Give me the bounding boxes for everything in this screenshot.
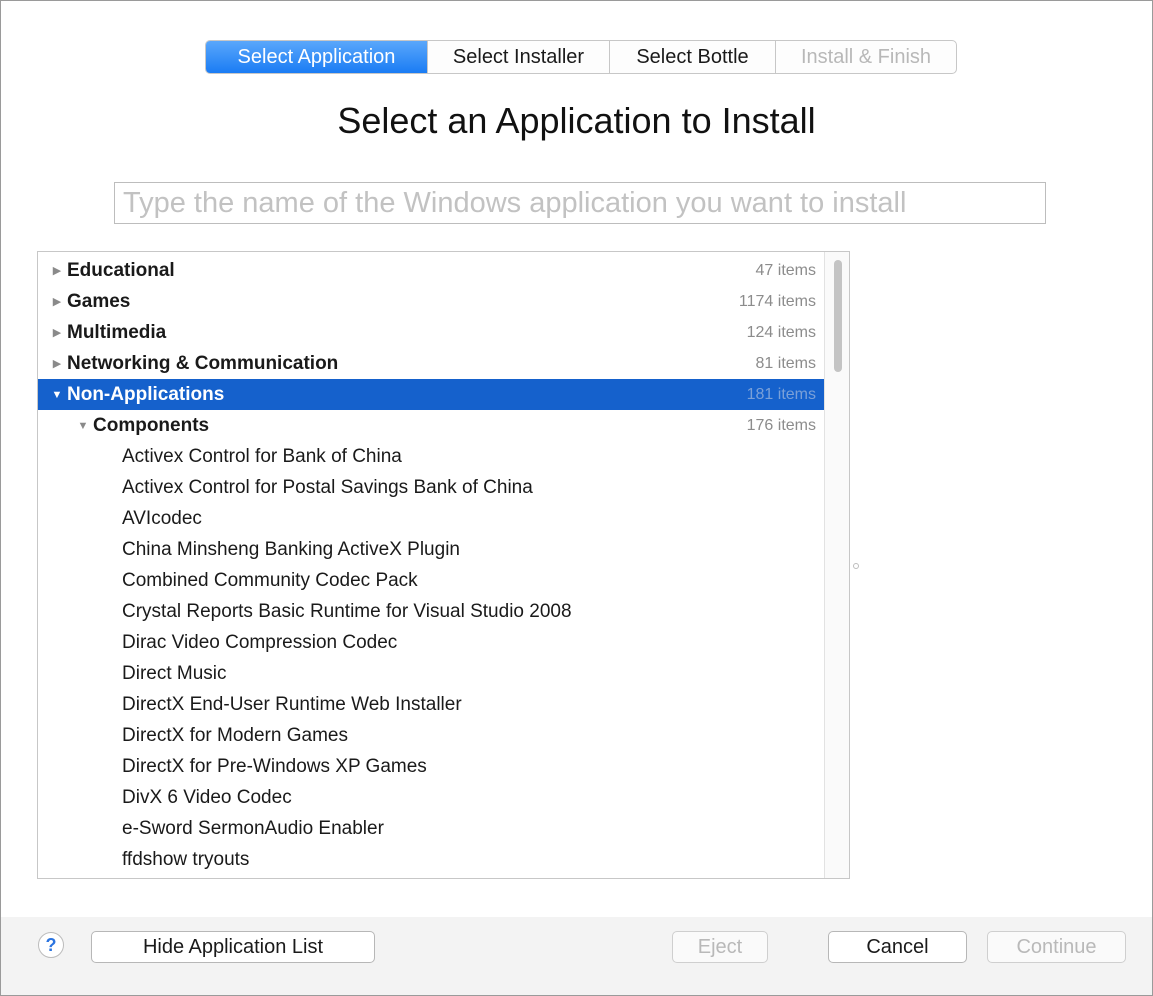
eject-button: Eject xyxy=(672,931,768,963)
step-select-installer[interactable]: Select Installer xyxy=(428,41,610,73)
list-item-label: Direct Music xyxy=(122,662,227,684)
item-count: 176 items xyxy=(746,416,816,434)
disclosure-right-icon[interactable]: ▶ xyxy=(50,264,64,277)
category-row-multimedia[interactable]: ▶ Multimedia 124 items xyxy=(38,317,824,348)
list-item[interactable]: Activex Control for Bank of China xyxy=(38,441,824,472)
list-item[interactable]: China Minsheng Banking ActiveX Plugin xyxy=(38,534,824,565)
list-item-label: ffdshow tryouts xyxy=(122,848,250,870)
list-item[interactable]: Combined Community Codec Pack xyxy=(38,565,824,596)
list-item[interactable]: DirectX for Modern Games xyxy=(38,720,824,751)
category-label: Games xyxy=(67,290,131,312)
page-title: Select an Application to Install xyxy=(337,100,816,141)
item-count: 81 items xyxy=(755,354,816,372)
list-item[interactable]: DirectX for Pre-Windows XP Games xyxy=(38,751,824,782)
item-count: 47 items xyxy=(755,261,816,279)
subcategory-label: Components xyxy=(93,414,210,436)
list-item[interactable]: DivX 6 Video Codec xyxy=(38,782,824,813)
disclosure-right-icon[interactable]: ▶ xyxy=(50,295,64,308)
list-item-label: DirectX End-User Runtime Web Installer xyxy=(122,693,462,715)
list-item-label: Crystal Reports Basic Runtime for Visual… xyxy=(122,600,572,622)
list-item-label: China Minsheng Banking ActiveX Plugin xyxy=(122,538,460,560)
item-count: 181 items xyxy=(746,385,816,403)
step-segmented-control: Select Application Select Installer Sele… xyxy=(205,40,957,74)
list-item[interactable]: AVIcodec xyxy=(38,503,824,534)
list-item[interactable]: Crystal Reports Basic Runtime for Visual… xyxy=(38,596,824,627)
hide-application-list-button[interactable]: Hide Application List xyxy=(91,931,375,963)
step-select-application[interactable]: Select Application xyxy=(206,41,428,73)
item-count: 1174 items xyxy=(738,292,816,310)
category-row-non-applications[interactable]: ▼ Non-Applications 181 items xyxy=(38,379,824,410)
list-item[interactable]: Direct Music xyxy=(38,658,824,689)
disclosure-down-icon[interactable]: ▼ xyxy=(76,420,90,432)
cancel-button[interactable]: Cancel xyxy=(828,931,967,963)
help-button[interactable]: ? xyxy=(38,932,64,958)
step-select-bottle[interactable]: Select Bottle xyxy=(610,41,776,73)
list-item-label: e-Sword SermonAudio Enabler xyxy=(122,817,384,839)
disclosure-right-icon[interactable]: ▶ xyxy=(50,326,64,339)
list-item-label: Activex Control for Bank of China xyxy=(122,445,402,467)
split-view-handle[interactable] xyxy=(853,563,859,569)
category-label: Non-Applications xyxy=(67,383,225,405)
continue-button: Continue xyxy=(987,931,1126,963)
disclosure-right-icon[interactable]: ▶ xyxy=(50,357,64,370)
scrollbar-thumb[interactable] xyxy=(834,260,842,372)
list-item[interactable]: Activex Control for Postal Savings Bank … xyxy=(38,472,824,503)
list-item[interactable]: ffdshow tryouts xyxy=(38,844,824,875)
category-label: Multimedia xyxy=(67,321,167,343)
list-item-label: DirectX for Modern Games xyxy=(122,724,348,746)
list-item-label: Dirac Video Compression Codec xyxy=(122,631,398,653)
step-install-finish: Install & Finish xyxy=(800,45,932,68)
list-item[interactable]: DirectX End-User Runtime Web Installer xyxy=(38,689,824,720)
list-item[interactable]: e-Sword SermonAudio Enabler xyxy=(38,813,824,844)
category-row-games[interactable]: ▶ Games 1174 items xyxy=(38,286,824,317)
category-row-networking[interactable]: ▶ Networking & Communication 81 items xyxy=(38,348,824,379)
list-item[interactable]: Dirac Video Compression Codec xyxy=(38,627,824,658)
list-item-label: Activex Control for Postal Savings Bank … xyxy=(122,476,533,498)
application-search-input[interactable] xyxy=(114,182,1046,224)
list-item-label: Combined Community Codec Pack xyxy=(122,569,418,591)
vertical-scrollbar[interactable] xyxy=(824,252,849,878)
subcategory-row-components[interactable]: ▼ Components 176 items xyxy=(38,410,824,441)
list-item-label: DirectX for Pre-Windows XP Games xyxy=(122,755,427,777)
list-item-label: AVIcodec xyxy=(122,507,202,529)
category-label: Educational xyxy=(67,259,175,281)
list-item-label: DivX 6 Video Codec xyxy=(122,786,292,808)
item-count: 124 items xyxy=(746,323,816,341)
category-row-educational[interactable]: ▶ Educational 47 items xyxy=(38,255,824,286)
disclosure-down-icon[interactable]: ▼ xyxy=(50,389,64,401)
application-list[interactable]: ▶ Educational 47 items ▶ Games 1174 item… xyxy=(37,251,850,879)
category-label: Networking & Communication xyxy=(67,352,339,374)
